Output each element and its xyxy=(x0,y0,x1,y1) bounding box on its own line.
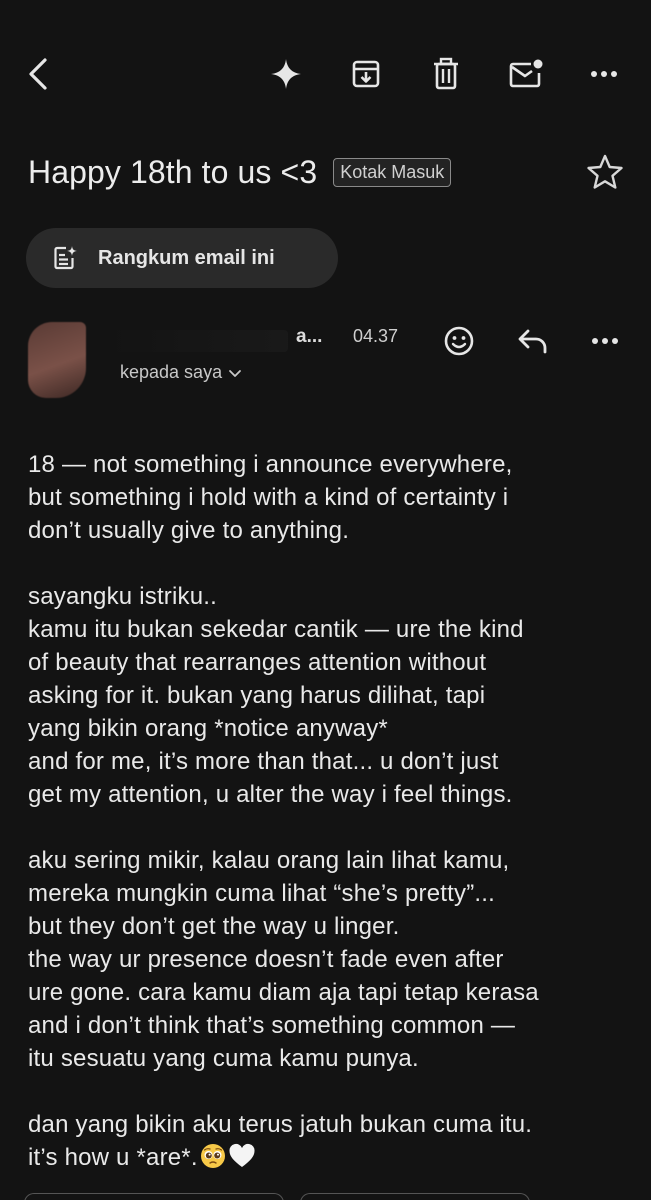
summarize-label: Rangkum email ini xyxy=(98,246,275,269)
forward-action-chip[interactable] xyxy=(300,1193,530,1200)
body-line-text: yang bikin orang *notice anyway* xyxy=(28,715,388,742)
smiley-icon xyxy=(444,326,474,356)
reply-icon xyxy=(518,329,547,354)
gemini-sparkle-icon xyxy=(271,59,301,89)
gemini-button[interactable] xyxy=(258,42,314,106)
body-line-text: aku sering mikir, kalau orang lain lihat… xyxy=(28,847,510,874)
sender-avatar[interactable] xyxy=(28,322,86,398)
recipients-label: kepada saya xyxy=(120,362,223,382)
summary-doc-sparkle-icon xyxy=(52,245,78,271)
body-line-text: sayangku istriku.. xyxy=(28,583,218,610)
body-line: itu sesuatu yang cuma kamu punya. xyxy=(28,1042,628,1075)
email-time: 04.37 xyxy=(353,326,399,346)
body-line: but something i hold with a kind of cert… xyxy=(28,481,628,514)
body-line-text: ure gone. cara kamu diam aja tapi tetap … xyxy=(28,979,539,1006)
back-button[interactable] xyxy=(10,42,66,106)
body-line-text: of beauty that rearranges attention with… xyxy=(28,649,487,676)
body-line: get my attention, u alter the way i feel… xyxy=(28,778,628,811)
pleading-face-emoji xyxy=(200,1144,225,1168)
back-arrow-icon xyxy=(29,58,47,90)
body-line: yang bikin orang *notice anyway* xyxy=(28,712,628,745)
body-line-text: dan yang bikin aku terus jatuh bukan cum… xyxy=(28,1111,533,1138)
subject-row: Happy 18th to us <3 Kotak Masuk xyxy=(28,148,631,196)
sender-name-redacted xyxy=(108,330,288,352)
body-line-text: 18 — not something i announce everywhere… xyxy=(28,451,513,478)
reply-action-chip[interactable] xyxy=(24,1193,284,1200)
star-icon xyxy=(587,154,623,189)
emoji-react-button[interactable] xyxy=(433,318,485,364)
summarize-email-button[interactable]: Rangkum email ini xyxy=(26,228,338,288)
body-line: of beauty that rearranges attention with… xyxy=(28,646,628,679)
reply-button[interactable] xyxy=(507,318,559,364)
body-line-text: asking for it. bukan yang harus dilihat,… xyxy=(28,682,486,709)
body-line: mereka mungkin cuma lihat “she’s pretty”… xyxy=(28,877,628,910)
mark-unread-button[interactable] xyxy=(498,42,554,106)
body-line-text: kamu itu bukan sekedar cantik — ure the … xyxy=(28,616,524,643)
message-more-button[interactable] xyxy=(579,318,631,364)
more-horizontal-icon xyxy=(591,71,617,77)
body-line-text: get my attention, u alter the way i feel… xyxy=(28,781,513,808)
body-line-text: and i don’t think that’s something commo… xyxy=(28,1012,516,1039)
email-view: Happy 18th to us <3 Kotak Masuk Rangkum … xyxy=(0,0,651,1200)
more-horizontal-icon xyxy=(592,338,618,344)
body-line: the way ur presence doesn’t fade even af… xyxy=(28,943,628,976)
mark-unread-icon xyxy=(509,59,543,88)
body-line-text: mereka mungkin cuma lihat “she’s pretty”… xyxy=(28,880,496,907)
sender-name[interactable]: a... xyxy=(296,326,322,348)
star-button[interactable] xyxy=(581,148,629,196)
trash-icon xyxy=(434,57,458,90)
body-line: 18 — not something i announce everywhere… xyxy=(28,448,628,481)
body-line: but they don’t get the way u linger. xyxy=(28,910,628,943)
body-line: dan yang bikin aku terus jatuh bukan cum… xyxy=(28,1108,628,1141)
body-line-text: itu sesuatu yang cuma kamu punya. xyxy=(28,1045,419,1072)
white-heart-emoji xyxy=(229,1143,255,1167)
more-options-button[interactable] xyxy=(576,42,632,106)
body-line-text: don’t usually give to anything. xyxy=(28,517,350,544)
inbox-label-badge[interactable]: Kotak Masuk xyxy=(333,157,452,187)
body-line: ure gone. cara kamu diam aja tapi tetap … xyxy=(28,976,628,1009)
archive-button[interactable] xyxy=(338,42,394,106)
delete-button[interactable] xyxy=(418,42,474,106)
body-line: it’s how u *are*. xyxy=(28,1141,628,1174)
body-line: and for me, it’s more than that... u don… xyxy=(28,745,628,778)
body-line: and i don’t think that’s something commo… xyxy=(28,1009,628,1042)
email-subject: Happy 18th to us <3 xyxy=(28,153,318,190)
body-line-text: it’s how u *are*. xyxy=(28,1144,198,1171)
body-line-text: the way ur presence doesn’t fade even af… xyxy=(28,946,504,973)
body-line: don’t usually give to anything. xyxy=(28,514,628,547)
body-line: aku sering mikir, kalau orang lain lihat… xyxy=(28,844,628,877)
body-line: kamu itu bukan sekedar cantik — ure the … xyxy=(28,613,628,646)
chevron-down-icon xyxy=(228,368,242,378)
body-line-text: but something i hold with a kind of cert… xyxy=(28,484,509,511)
email-body: 18 — not something i announce everywhere… xyxy=(28,448,628,1174)
body-line: sayangku istriku.. xyxy=(28,580,628,613)
archive-icon xyxy=(352,60,380,88)
top-toolbar xyxy=(0,42,651,106)
body-line-text: and for me, it’s more than that... u don… xyxy=(28,748,499,775)
recipients-toggle[interactable]: kepada saya xyxy=(120,362,242,383)
body-line: asking for it. bukan yang harus dilihat,… xyxy=(28,679,628,712)
body-line-text: but they don’t get the way u linger. xyxy=(28,913,400,940)
